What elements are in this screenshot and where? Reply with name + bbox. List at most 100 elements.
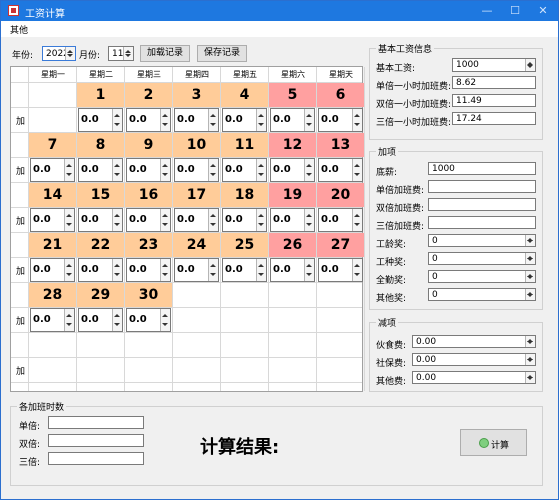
single-hours-field[interactable] [48, 416, 144, 429]
spin-arrows-icon[interactable] [160, 159, 170, 181]
overtime-hours-spinbox[interactable]: 0.0 [318, 208, 363, 232]
spin-arrows-icon[interactable] [112, 109, 122, 131]
double-hours-field[interactable] [48, 434, 144, 447]
spin-arrows-icon[interactable] [208, 109, 218, 131]
overtime-hours-spinbox[interactable]: 0.0 [174, 208, 219, 232]
spin-arrows-icon[interactable] [525, 372, 535, 383]
overtime-hours-spinbox[interactable]: 0.0 [270, 158, 315, 182]
minimize-button[interactable]: — [473, 1, 501, 21]
spin-arrows-icon[interactable] [352, 259, 362, 281]
overtime-hours-spinbox[interactable]: 0.0 [78, 208, 123, 232]
spin-arrows-icon[interactable] [525, 253, 535, 264]
attendance-spinbox[interactable]: 0 [428, 270, 536, 283]
overtime-hours-spinbox[interactable]: 0.0 [126, 208, 171, 232]
spin-arrows-icon[interactable] [352, 159, 362, 181]
overtime-hours-spinbox[interactable]: 0.0 [270, 208, 315, 232]
spin-arrows-icon[interactable] [525, 289, 535, 300]
overtime-hours-spinbox[interactable]: 0.0 [30, 208, 75, 232]
spin-arrows-icon[interactable] [525, 235, 535, 246]
spin-arrows-icon[interactable] [65, 47, 75, 60]
close-button[interactable]: ✕ [529, 1, 557, 21]
spin-arrows-icon[interactable] [352, 209, 362, 231]
calculate-button[interactable]: 计算 [460, 429, 527, 456]
overtime-hours-spinbox[interactable]: 0.0 [222, 258, 267, 282]
spin-arrows-icon[interactable] [352, 109, 362, 131]
ot2-field[interactable] [428, 198, 536, 211]
spin-arrows-icon[interactable] [256, 159, 266, 181]
overtime-hours-spinbox[interactable]: 0.0 [222, 158, 267, 182]
overtime-hours-spinbox[interactable]: 0.0 [78, 308, 123, 332]
spin-arrows-icon[interactable] [256, 259, 266, 281]
spin-arrows-icon[interactable] [304, 159, 314, 181]
overtime-hours-spinbox[interactable]: 0.0 [318, 258, 363, 282]
overtime-hours-spinbox[interactable]: 0.0 [126, 308, 171, 332]
spin-arrows-icon[interactable] [525, 271, 535, 282]
spin-arrows-icon[interactable] [256, 209, 266, 231]
maximize-button[interactable]: ☐ [501, 1, 529, 21]
overtime-hours-spinbox[interactable]: 0.0 [174, 158, 219, 182]
overtime-hours-spinbox[interactable]: 0.0 [270, 108, 315, 132]
overtime-hours-spinbox[interactable]: 0.0 [126, 108, 171, 132]
spin-arrows-icon[interactable] [160, 209, 170, 231]
ot3-field[interactable] [428, 216, 536, 229]
overtime-hours-spinbox[interactable]: 0.0 [174, 108, 219, 132]
spin-arrows-icon[interactable] [525, 59, 535, 71]
spin-arrows-icon[interactable] [525, 354, 535, 365]
spin-arrows-icon[interactable] [160, 259, 170, 281]
weekday-header: 星期六 [281, 70, 305, 79]
overtime-hours-spinbox[interactable]: 0.0 [30, 258, 75, 282]
overtime-hours-spinbox[interactable]: 0.0 [174, 258, 219, 282]
spin-arrows-icon[interactable] [208, 259, 218, 281]
base-pay-field[interactable]: 1000 [428, 162, 536, 175]
base-salary-spinbox[interactable]: 1000 [452, 58, 536, 72]
spin-arrows-icon[interactable] [112, 259, 122, 281]
month-spinbox[interactable]: 11 [108, 46, 134, 61]
overtime-hours-spinbox[interactable]: 0.0 [30, 308, 75, 332]
social-spinbox[interactable]: 0.00 [412, 353, 536, 366]
overtime-hours-spinbox[interactable]: 0.0 [78, 158, 123, 182]
spin-arrows-icon[interactable] [304, 209, 314, 231]
overtime-hours-spinbox[interactable]: 0.0 [222, 108, 267, 132]
rate2-field[interactable]: 11.49 [452, 94, 536, 107]
save-records-button[interactable]: 保存记录 [197, 45, 247, 62]
overtime-hours-spinbox[interactable]: 0.0 [222, 208, 267, 232]
rate3-field[interactable]: 17.24 [452, 112, 536, 125]
spin-arrows-icon[interactable] [123, 47, 133, 60]
ot1-field[interactable] [428, 180, 536, 193]
menu-other[interactable]: 其他 [10, 23, 28, 36]
spin-arrows-icon[interactable] [112, 209, 122, 231]
day-cell: 29 [77, 283, 124, 307]
triple-hours-field[interactable] [48, 452, 144, 465]
spin-arrows-icon[interactable] [160, 109, 170, 131]
overtime-hours-spinbox[interactable]: 0.0 [318, 158, 363, 182]
overtime-hours-spinbox[interactable]: 0.0 [126, 158, 171, 182]
spin-arrows-icon[interactable] [160, 309, 170, 331]
spin-arrows-icon[interactable] [256, 109, 266, 131]
other-fee-spinbox[interactable]: 0.00 [412, 371, 536, 384]
spin-arrows-icon[interactable] [64, 159, 74, 181]
spin-arrows-icon[interactable] [112, 309, 122, 331]
overtime-hours-spinbox[interactable]: 0.0 [78, 258, 123, 282]
overtime-hours-spinbox[interactable]: 0.0 [78, 108, 123, 132]
worktype-spinbox[interactable]: 0 [428, 252, 536, 265]
spin-arrows-icon[interactable] [304, 109, 314, 131]
year-spinbox[interactable]: 2022 [42, 46, 76, 61]
spin-arrows-icon[interactable] [64, 259, 74, 281]
overtime-hours-spinbox[interactable]: 0.0 [270, 258, 315, 282]
spin-arrows-icon[interactable] [64, 209, 74, 231]
other-bonus-spinbox[interactable]: 0 [428, 288, 536, 301]
seniority-spinbox[interactable]: 0 [428, 234, 536, 247]
spin-arrows-icon[interactable] [208, 209, 218, 231]
spin-arrows-icon[interactable] [525, 336, 535, 347]
spin-arrows-icon[interactable] [64, 309, 74, 331]
spin-arrows-icon[interactable] [112, 159, 122, 181]
week-row-label: 加 [16, 217, 26, 227]
rate1-field[interactable]: 8.62 [452, 76, 536, 89]
load-records-button[interactable]: 加载记录 [140, 45, 190, 62]
overtime-hours-spinbox[interactable]: 0.0 [126, 258, 171, 282]
overtime-hours-spinbox[interactable]: 0.0 [318, 108, 363, 132]
overtime-hours-spinbox[interactable]: 0.0 [30, 158, 75, 182]
spin-arrows-icon[interactable] [208, 159, 218, 181]
spin-arrows-icon[interactable] [304, 259, 314, 281]
food-spinbox[interactable]: 0.00 [412, 335, 536, 348]
